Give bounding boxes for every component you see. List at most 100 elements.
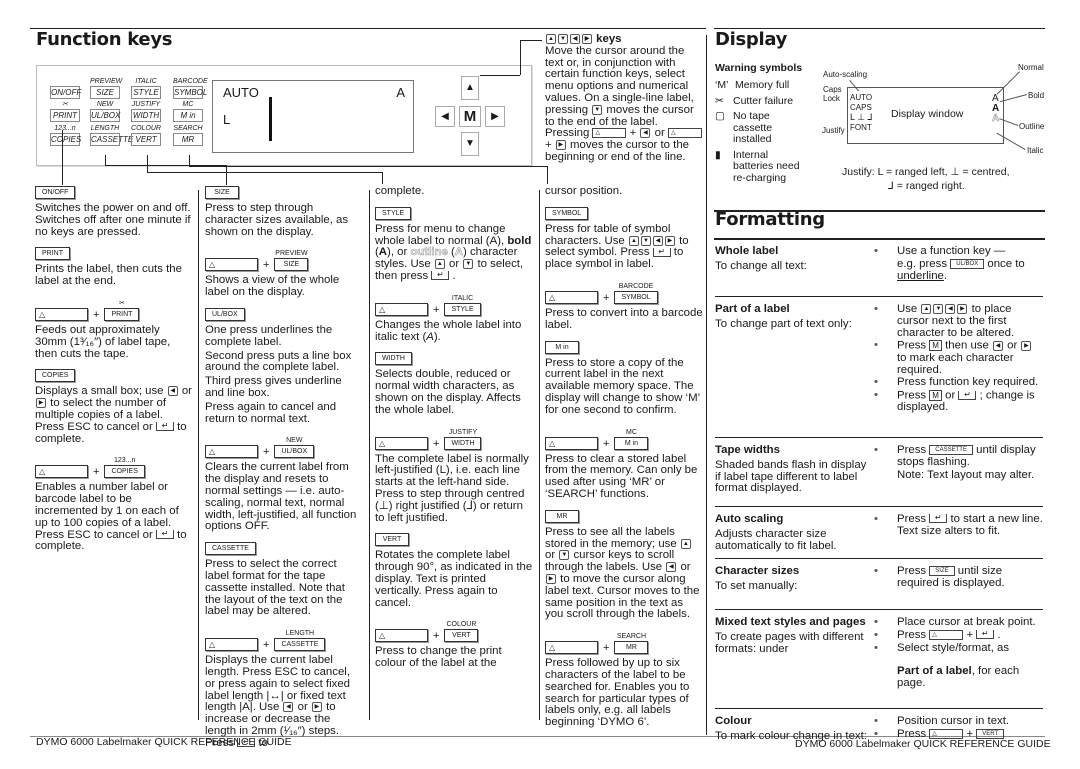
shift-key-icon: △	[35, 307, 88, 321]
key-block: △ + ✂ PRINT Feeds out approximately 30mm (1³…	[35, 297, 193, 360]
right-arrow-key[interactable]: ▶	[485, 106, 505, 127]
text-run: Rotates the complete label through 90°, …	[375, 549, 533, 609]
left-arrow-key[interactable]: ◀	[435, 106, 455, 127]
bold-text: bold	[507, 234, 532, 247]
key-block: WIDTH Selects double, reduced or normal w…	[375, 352, 533, 416]
panel-key-m-in[interactable]: MC M in	[173, 100, 203, 122]
divider	[369, 190, 370, 720]
paragraph: Press M or ↵ ; change is displayed.	[873, 390, 1043, 414]
key-label: UL/BOX	[205, 307, 245, 321]
key-row: VERT	[375, 533, 533, 547]
key-combo: △ + NEW UL/BOX	[205, 434, 363, 459]
paragraph: Press to store a copy of the current lab…	[545, 357, 703, 417]
panel-key-size[interactable]: PREVIEW SIZE	[90, 77, 122, 99]
column-3: complete. STYLE Press for menu to change w…	[375, 185, 533, 679]
up-arrow-key[interactable]: ▲	[461, 76, 479, 100]
text-run: Press to convert into a barcode label.	[545, 307, 703, 331]
panel-key-style[interactable]: ITALIC STYLE	[131, 77, 161, 99]
text-run: Second press puts a line box around the …	[205, 349, 352, 374]
key-block: ON/OFF Switches the power on and off. Swi…	[35, 186, 193, 238]
key-block: SYMBOL Press for table of symbol characte…	[545, 206, 703, 271]
connector-line	[480, 75, 520, 76]
key-label: STYLE	[444, 302, 481, 316]
panel-key-width[interactable]: JUSTIFY WIDTH	[131, 100, 161, 122]
paragraph: Position cursor in text.	[873, 715, 1043, 728]
key-combo: △ + SEARCH MR	[545, 630, 703, 655]
plus-sign: +	[603, 437, 610, 450]
panel-key-print[interactable]: ✂ PRINT	[50, 100, 80, 122]
text-run: or	[941, 389, 959, 402]
text-run: Press for table of symbol characters. Us…	[545, 222, 671, 247]
key-block: CASSETTE Press to select the correct labe…	[205, 542, 363, 618]
down-arrow-key-icon: ▼	[463, 259, 474, 270]
key-row: CASSETTE	[205, 542, 363, 556]
text-run: +	[545, 139, 555, 152]
keyboard-panel: AUTO A L ▲ M ◀ ▶ ▼ ON/OFF PREVIEW SIZE ITAL…	[36, 65, 532, 166]
secondary-label: JUSTIFY	[131, 101, 161, 108]
right-arrow-key-icon: ▶	[555, 140, 566, 151]
down-arrow-key[interactable]: ▼	[461, 132, 479, 156]
text-run: to select the number of multiple copies …	[35, 397, 167, 433]
key-label: VERT	[131, 133, 161, 146]
panel-key-copies[interactable]: 123...n COPIES	[50, 124, 82, 146]
key-block: MR Press to see all the labels stored in …	[545, 509, 703, 621]
key-block: COPIES Displays a small box; use ◀ or ▶ t…	[35, 369, 193, 445]
m-key[interactable]: M	[459, 106, 481, 127]
formatting-row: Tape widths Shaded bands flash in display…	[715, 438, 1043, 507]
up-arrow-key-icon: ▲	[680, 538, 691, 549]
row-description: To change part of text only:	[715, 317, 852, 330]
row-title: Auto scaling	[715, 513, 784, 525]
callout-bold: Bold	[1028, 91, 1045, 100]
paragraph: Press followed by up to six characters o…	[545, 657, 703, 729]
key-block: △ + ITALIC STYLE Changes the whole label int…	[375, 292, 533, 344]
text-run: Press	[897, 513, 930, 525]
key-label: COPIES	[50, 133, 82, 146]
key-row: PRINT	[35, 247, 193, 261]
shift-key-icon: △	[929, 629, 964, 640]
key-combo: △ + ITALIC STYLE	[375, 292, 533, 316]
row-title: Tape widths	[715, 444, 780, 456]
formatting-table: Whole label To change all text: Use a func…	[715, 239, 1043, 769]
footer-left: DYMO 6000 Labelmaker QUICK REFERENCE GUI…	[36, 736, 292, 748]
down-arrow-key-icon: ▼	[592, 104, 603, 115]
text-run: once to	[984, 257, 1025, 270]
panel-key-on-off[interactable]: ON/OFF	[50, 77, 81, 99]
text-run: (	[447, 246, 455, 259]
key-with-secondary: ✂ PRINT	[104, 299, 140, 321]
warning-text: Internal batteries need re-charging	[733, 148, 800, 184]
key-block: △ + MC M in Press to clear a stored label fr…	[545, 426, 703, 501]
paragraph: Part of a label, for each page.	[897, 666, 1043, 690]
key-block: M in Press to store a copy of the current…	[545, 340, 703, 417]
connector-line	[105, 155, 106, 165]
key-label: COPIES	[104, 465, 145, 479]
panel-key-mr[interactable]: SEARCH MR	[173, 124, 203, 146]
row-note: e.g. press UL/BOX once to underline.	[873, 257, 1043, 283]
scissors-icon: ✂	[62, 101, 68, 108]
connector-line	[547, 166, 548, 184]
paragraph: Feeds out approximately 30mm (1³⁄₁₆″) of…	[35, 324, 193, 360]
panel-key-cassette[interactable]: LENGTH CASSETTE	[90, 124, 133, 146]
left-arrow-key-icon: ◀	[992, 340, 1003, 351]
panel-key-symbol[interactable]: BARCODE SYMBOL	[173, 77, 208, 99]
right-arrow-key-icon: ▶	[1021, 340, 1032, 351]
panel-key-ul-box[interactable]: NEW UL/BOX	[90, 100, 120, 122]
formatting-row: Whole label To change all text: Use a func…	[715, 239, 1043, 297]
warning-item: ✂ Cutter failure	[715, 95, 810, 108]
plus-sign: +	[263, 446, 270, 459]
text-run: Select style/format, as	[897, 641, 1010, 654]
secondary-label: NEW	[96, 101, 114, 108]
text-run: Displays a small box; use	[35, 385, 167, 398]
text-run: +	[963, 628, 977, 641]
text-run: Place cursor at break point.	[897, 616, 1036, 628]
callout-line	[996, 71, 1020, 95]
text-run: Press to see all the labels stored in th…	[545, 525, 680, 550]
connector-line	[189, 166, 547, 167]
key-block: SIZE Press to step through character size…	[205, 186, 363, 238]
panel-key-vert[interactable]: COLOUR VERT	[131, 124, 161, 146]
key-label: SIZE	[90, 86, 120, 99]
key-with-secondary: ITALIC STYLE	[444, 294, 481, 316]
row-description: Shaded bands flash in display if label t…	[715, 458, 867, 495]
paragraph: Press to convert into a barcode label.	[545, 307, 703, 332]
secondary-label: MC	[182, 101, 194, 108]
callout-justify: Justify	[822, 126, 845, 135]
